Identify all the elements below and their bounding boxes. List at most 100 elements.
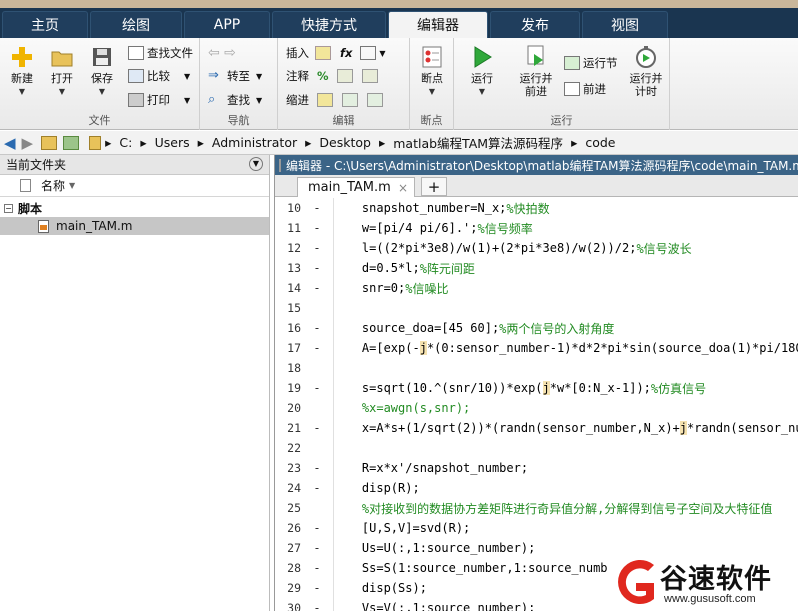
code-line[interactable]: 25 %对接收到的数据协方差矩阵进行奇异值分解,分解得到信号子空间及大特征值	[275, 498, 798, 518]
new-plus-icon	[12, 47, 32, 67]
new-tab-button[interactable]: +	[421, 177, 447, 196]
group-label-edit: 编辑	[332, 114, 355, 127]
open-button[interactable]: 打开 ▼	[44, 44, 80, 98]
line-number: 21	[287, 421, 301, 435]
code-comment: %仿真信号	[650, 381, 707, 396]
code-line[interactable]: 26- [U,S,V]=svd(R);	[275, 518, 798, 538]
file-tab-main[interactable]: main_TAM.m ×	[297, 177, 415, 197]
breakpoint-dash[interactable]: -	[301, 261, 333, 275]
path-segment[interactable]: matlab编程TAM算法源码程序	[389, 133, 567, 152]
find-button[interactable]: ⌕ 查找 ▼	[208, 91, 262, 109]
code-comment: %对接收到的数据协方差矩阵进行奇异值分解,分解得到信号子空间及大特征值	[361, 501, 773, 516]
file-item-main[interactable]: main_TAM.m	[0, 217, 269, 235]
run-and-advance-button[interactable]: 运行并 前进	[516, 44, 556, 98]
breakpoint-dash[interactable]: -	[301, 541, 333, 555]
breakpoint-dash[interactable]: -	[301, 341, 333, 355]
address-bar: ◀ ▶ ▸ C: ▸ Users ▸ Administrator ▸ Deskt…	[0, 131, 798, 155]
path-segment[interactable]: Users	[151, 135, 194, 150]
tab-editor[interactable]: 编辑器	[388, 11, 488, 38]
code-comment: %信号频率	[477, 221, 533, 236]
goto-button[interactable]: ⇒ 转至 ▼	[208, 67, 262, 85]
fx-icon[interactable]: fx	[340, 46, 352, 60]
comment-percent-icon[interactable]: %	[317, 69, 329, 83]
collapse-icon[interactable]: −	[4, 203, 13, 213]
close-tab-icon[interactable]: ×	[398, 181, 408, 195]
m-file-icon	[38, 219, 49, 233]
breakpoints-button[interactable]: 断点 ▼	[414, 44, 450, 98]
advance-icon	[564, 82, 580, 96]
code-line[interactable]: 15	[275, 298, 798, 318]
path-segment[interactable]: C:	[115, 135, 136, 150]
tab-shortcuts[interactable]: 快捷方式	[272, 11, 386, 38]
code-comment: %快拍数	[506, 201, 550, 216]
name-column-header[interactable]: 名称 ▼	[0, 175, 269, 197]
run-section-button[interactable]: 运行节	[564, 54, 618, 72]
code-line[interactable]: 16- source_doa=[45 60]; %两个信号的入射角度	[275, 318, 798, 338]
code-line[interactable]: 20 %x=awgn(s,snr);	[275, 398, 798, 418]
breakpoint-dash[interactable]: -	[301, 241, 333, 255]
smart-indent-icon[interactable]	[317, 93, 333, 107]
tab-home[interactable]: 主页	[2, 11, 88, 38]
code-line[interactable]: 22	[275, 438, 798, 458]
code-line[interactable]: 12- l=((2*pi*3e8)/w(1)+(2*pi*3e8)/w(2))/…	[275, 238, 798, 258]
breakpoint-dash[interactable]: -	[301, 381, 333, 395]
forward-arrow-icon[interactable]: ▶	[22, 134, 34, 152]
breakpoint-dash[interactable]: -	[301, 321, 333, 335]
up-folder-icon[interactable]	[41, 135, 58, 150]
code-text: Us=U(:,1:source_number);	[333, 541, 536, 555]
tab-publish[interactable]: 发布	[490, 11, 580, 38]
breakpoint-dash[interactable]: -	[301, 561, 333, 575]
code-line[interactable]: 13- d=0.5*l; %阵元间距	[275, 258, 798, 278]
increase-indent-icon[interactable]	[342, 93, 358, 107]
breakpoint-dash[interactable]: -	[301, 281, 333, 295]
uncomment-icon[interactable]	[361, 69, 378, 83]
tab-plots[interactable]: 绘图	[90, 11, 182, 38]
path-segment[interactable]: Administrator	[208, 135, 301, 150]
code-area[interactable]: 10- snapshot_number=N_x; %快拍数 11- w=[pi/4 …	[275, 198, 798, 611]
breakpoint-dash[interactable]: -	[301, 581, 333, 595]
code-line[interactable]: 14- snr=0; %信噪比	[275, 278, 798, 298]
panel-menu-icon[interactable]: ▼	[249, 157, 263, 171]
breakpoint-dash[interactable]: -	[301, 421, 333, 435]
breakpoint-dash[interactable]: -	[301, 601, 333, 611]
breakpoint-dash[interactable]: -	[301, 221, 333, 235]
code-line[interactable]: 11- w=[pi/4 pi/6].'; %信号频率	[275, 218, 798, 238]
run-and-time-button[interactable]: 运行并 计时	[626, 44, 666, 98]
indent-button[interactable]: 缩进	[286, 91, 386, 109]
code-line[interactable]: 17- A=[exp(-j*(0:sensor_number-1)*d*2*pi…	[275, 338, 798, 358]
back-arrow-icon[interactable]: ◀	[4, 134, 16, 152]
path-segment[interactable]: code	[581, 135, 619, 150]
code-text: x=A*s+(1/sqrt(2))*(randn(sensor_number,N…	[333, 421, 798, 435]
code-line[interactable]: 18	[275, 358, 798, 378]
comment-button[interactable]: 注释%	[286, 67, 381, 85]
breakpoint-dash[interactable]: -	[301, 481, 333, 495]
tab-apps[interactable]: APP	[184, 11, 270, 38]
save-button[interactable]: 保存 ▼	[84, 44, 120, 98]
tab-view[interactable]: 视图	[582, 11, 668, 38]
print-button[interactable]: 打印 ▼	[128, 91, 190, 109]
advance-button[interactable]: 前进	[564, 80, 606, 98]
code-text: source_doa=[45 60];	[333, 321, 500, 335]
find-files-button[interactable]: 查找文件	[128, 44, 193, 62]
tree-group-scripts[interactable]: − 脚本	[0, 199, 269, 217]
comment-block-icon[interactable]	[336, 69, 353, 83]
code-line[interactable]: 23- R=x*x'/snapshot_number;	[275, 458, 798, 478]
browse-folder-icon[interactable]	[63, 135, 80, 150]
path-segment[interactable]: Desktop	[315, 135, 375, 150]
code-line[interactable]: 19- s=sqrt(10.^(snr/10))*exp(j*w*[0:N_x-…	[275, 378, 798, 398]
code-text: Vs=V(:,1:source_number);	[333, 601, 536, 611]
breakpoint-dash[interactable]: -	[301, 461, 333, 475]
code-line[interactable]: 21- x=A*s+(1/sqrt(2))*(randn(sensor_numb…	[275, 418, 798, 438]
decrease-indent-icon[interactable]	[367, 93, 383, 107]
breakpoint-dash[interactable]: -	[301, 521, 333, 535]
code-line[interactable]: 10- snapshot_number=N_x; %快拍数	[275, 198, 798, 218]
run-advance-icon	[527, 45, 544, 66]
line-number: 17	[287, 341, 301, 355]
run-button[interactable]: 运行 ▼	[464, 44, 500, 98]
compare-button[interactable]: 比较 ▼	[128, 67, 190, 85]
nav-back-forward[interactable]: ⇦ ⇨	[208, 44, 236, 62]
code-line[interactable]: 24- disp(R);	[275, 478, 798, 498]
breakpoint-dash[interactable]: -	[301, 201, 333, 215]
insert-button[interactable]: 插入 fx ▼	[286, 44, 386, 62]
new-button[interactable]: 新建 ▼	[4, 44, 40, 98]
